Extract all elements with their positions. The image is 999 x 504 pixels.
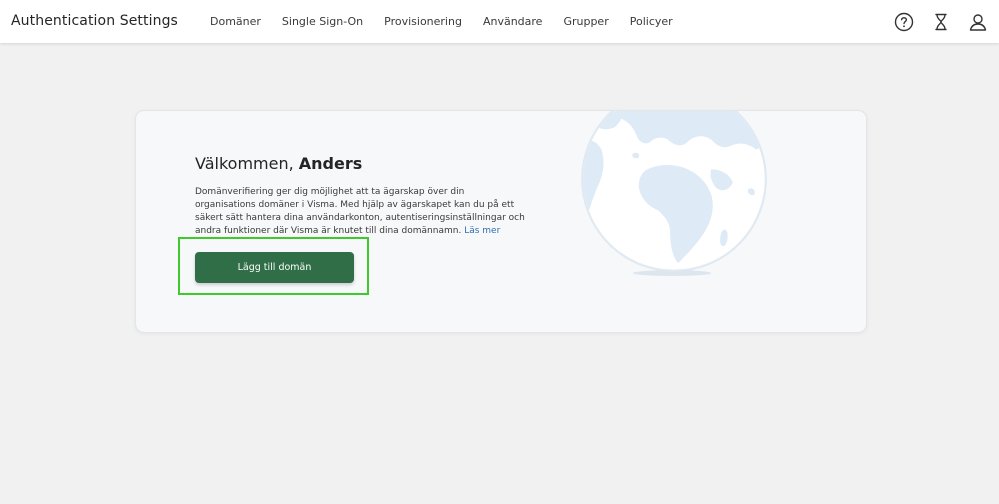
add-domain-button[interactable]: Lägg till domän — [195, 252, 354, 283]
nav-item-groups[interactable]: Grupper — [563, 15, 608, 28]
header-actions — [878, 11, 989, 33]
nav-item-users[interactable]: Användare — [483, 15, 543, 28]
welcome-description: Domänverifiering ger dig möjlighet att t… — [195, 186, 527, 238]
nav-item-domains[interactable]: Domäner — [210, 15, 261, 28]
hourglass-icon[interactable] — [930, 11, 952, 33]
welcome-card: Välkommen, Anders Domänverifiering ger d… — [135, 110, 867, 333]
app-title: Authentication Settings — [11, 13, 178, 29]
nav-item-single-sign-on[interactable]: Single Sign-On — [282, 15, 363, 28]
user-icon[interactable] — [967, 11, 989, 33]
welcome-user-name: Anders — [298, 154, 363, 173]
main-nav: Domäner Single Sign-On Provisionering An… — [210, 15, 694, 28]
welcome-heading: Välkommen, Anders — [195, 154, 362, 173]
welcome-greeting: Välkommen, — [195, 154, 294, 173]
nav-item-provisioning[interactable]: Provisionering — [384, 15, 462, 28]
top-navigation-bar: Authentication Settings Domäner Single S… — [0, 0, 999, 43]
help-icon[interactable] — [893, 11, 915, 33]
read-more-link[interactable]: Läs mer — [464, 226, 500, 236]
nav-item-policies[interactable]: Policyer — [630, 15, 673, 28]
globe-illustration — [581, 111, 767, 277]
